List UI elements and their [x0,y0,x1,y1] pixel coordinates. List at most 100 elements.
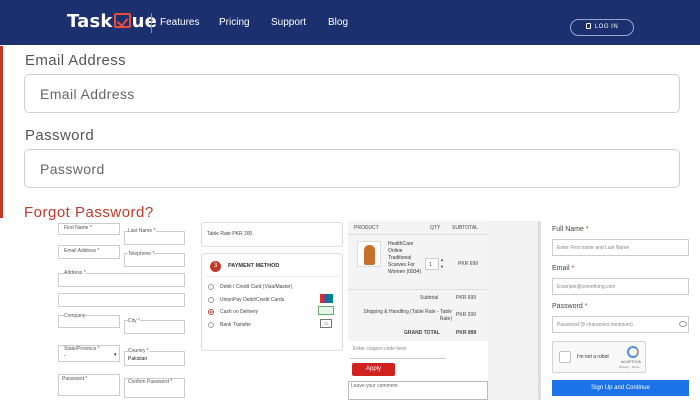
shipping-line: Table Rate PKR 200 [207,231,253,237]
signup-email-input[interactable]: Example@something.com [552,278,689,295]
qty-value: 1 [429,262,432,268]
radio-card[interactable] [208,284,214,290]
lock-icon [585,23,591,29]
city-label: City * [128,318,140,324]
shipping-value: PKR 200 [456,312,477,318]
item-price: PKR 699 [458,261,479,267]
chevron-down-icon: ▾ [114,352,117,358]
divider [348,234,488,235]
step-badge: 3 [210,261,221,272]
country-label: Country * [128,348,149,354]
signup-panel: Full Name * Enter First name and Last Na… [541,221,700,400]
signup-password-label: Password * [552,303,587,310]
address-label: Address * [64,270,86,276]
password-field[interactable]: Password [24,149,680,188]
required-mark: * [585,226,589,233]
last-name-label: Last Name * [128,228,156,234]
address-line2-input[interactable] [58,293,185,307]
comment-placeholder: Leave your comment [351,383,398,389]
navbar: Task ue Features Pricing Support Blog LOG… [0,0,700,45]
qty-down-icon[interactable]: ▼ [440,264,444,269]
collage-gap [488,221,541,400]
forgot-password-link[interactable]: Forgot Password? [24,204,154,221]
state-label: State/Province * [64,346,100,352]
subtotal-value: PKR 699 [456,295,477,301]
full-name-placeholder: Enter First name and Last Name [557,245,630,251]
nav-blog[interactable]: Blog [328,17,348,28]
company-label: Company [64,313,86,319]
email-field[interactable]: Email Address [24,74,680,113]
bank-icon: ⌂ [320,319,332,328]
cash-icon [318,306,334,315]
recaptcha-checkbox[interactable] [559,351,571,363]
eye-icon[interactable] [679,321,687,327]
country-value: Pakistan [128,356,148,362]
order-table-bg [348,221,488,341]
state-value: - [64,353,66,359]
shipping-label: Shipping & Handling (Table Rate - Table … [363,309,452,322]
comment-textarea[interactable]: Leave your comment [348,381,488,400]
grand-total-label: GRAND TOTAL [404,330,440,336]
email-placeholder: Email Address [40,86,135,102]
logo-text-start: Task [67,11,113,32]
confirm-password-label: Confirm Password * [128,379,173,385]
product-image[interactable] [357,241,381,267]
login-button-label: LOG IN [594,24,619,30]
required-mark: * [571,265,575,272]
first-name-label: First Name * [64,225,92,231]
nav-features[interactable]: Features [160,17,199,28]
col-product: PRODUCT [354,225,379,231]
signup-button[interactable]: Sign Up and Continue [552,380,689,396]
divider [206,276,340,277]
grand-total-value: PKR 899 [456,330,477,336]
order-summary-panel: PRODUCT QTY SUBTOTAL HealthCare Online T… [348,221,488,400]
logo-check-icon [113,13,131,28]
required-mark: * [584,303,588,310]
option-bank-label: Bank Transfer [220,322,252,328]
coupon-input[interactable]: Enter coupon code here [350,345,446,359]
subtotal-label: Subtotal [420,295,439,301]
nav-divider [151,13,152,33]
radio-cod[interactable] [208,309,214,315]
apply-button[interactable]: Apply [352,363,395,376]
nav-support[interactable]: Support [271,17,306,28]
radio-bank[interactable] [208,322,214,328]
recaptcha-text: I'm not a robot [577,354,609,360]
divider [348,289,488,290]
logo[interactable]: Task ue [67,11,157,32]
payment-method-box: 3 PAYMENT METHOD Debit / Credit Card (Vi… [201,253,343,351]
unionpay-logo-icon [320,294,333,303]
signup-password-input[interactable]: Password (8 characters minimum) [552,316,689,333]
full-name-label-text: Full Name [552,226,584,233]
signup-email-placeholder: Example@something.com [557,284,616,290]
email-label-small: Email Address * [64,248,100,254]
option-unionpay-label: UnionPay Debit/Credit Cards [220,297,285,303]
recaptcha-widget: I'm not a robot reCAPTCHA Privacy - Term… [552,341,646,373]
billing-password-label: Password * [62,376,88,382]
coupon-placeholder: Enter coupon code here [353,346,407,352]
page: Task ue Features Pricing Support Blog LOG… [0,0,700,400]
payment-method-title: PAYMENT METHOD [228,263,280,269]
full-name-input[interactable]: Enter First name and Last Name [552,239,689,256]
password-label: Password [25,127,95,144]
payment-panel: Table Rate PKR 200 3 PAYMENT METHOD Debi… [200,221,344,400]
product-name: HealthCare Online Traditional Scarves Fo… [388,241,421,275]
radio-unionpay[interactable] [208,297,214,303]
option-card-label: Debit / Credit Card (Visa/Master) [220,284,293,290]
qty-up-icon[interactable]: ▲ [440,257,444,262]
recaptcha-terms[interactable]: Privacy - Terms [619,365,640,369]
scarf-figure-icon [364,245,375,265]
logo-text-end: ue [131,11,158,32]
email-label: Email Address [25,52,127,69]
col-qty: QTY [430,225,441,231]
nav-pricing[interactable]: Pricing [219,17,250,28]
password-placeholder: Password [40,161,105,177]
signup-email-label: Email * [552,265,574,272]
accent-line [0,46,3,218]
billing-form-panel: First Name * Last Name * Email Address *… [54,221,195,400]
col-subtotal: SUBTOTAL [452,225,478,231]
qty-stepper[interactable]: 1 [425,258,439,270]
login-button[interactable]: LOG IN [570,19,634,36]
full-name-label: Full Name * [552,226,589,233]
recaptcha-brand: reCAPTCHA [621,360,641,364]
